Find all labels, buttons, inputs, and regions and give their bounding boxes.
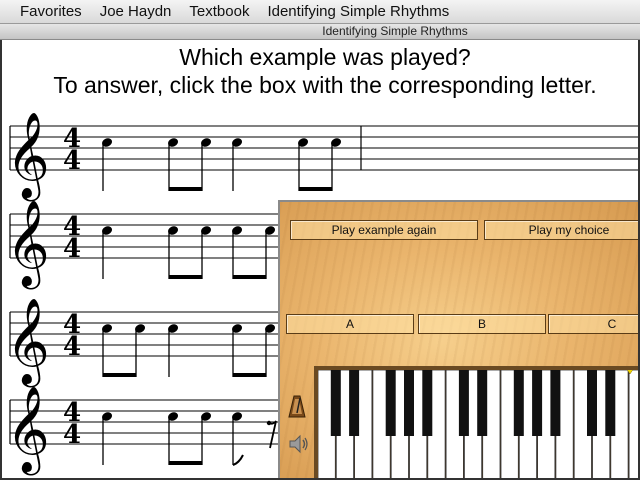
black-key[interactable] xyxy=(385,370,396,436)
black-key[interactable] xyxy=(513,370,524,436)
beam xyxy=(298,187,333,191)
black-key[interactable] xyxy=(532,370,543,436)
beam xyxy=(168,275,203,279)
speaker-icon[interactable] xyxy=(288,434,310,454)
beam xyxy=(232,373,267,377)
treble-clef: 𝄞 xyxy=(6,112,50,202)
black-key[interactable] xyxy=(477,370,488,436)
beam xyxy=(168,187,203,191)
beam xyxy=(232,275,267,279)
answer-c-button[interactable]: C xyxy=(548,314,640,334)
metronome-icon[interactable] xyxy=(288,394,306,418)
time-signature-bottom: 4 xyxy=(63,332,81,362)
eighth-flag xyxy=(232,454,244,466)
treble-clef: 𝄞 xyxy=(6,200,50,290)
piano-keyboard[interactable] xyxy=(318,370,640,480)
treble-clef: 𝄞 xyxy=(6,386,50,476)
black-key[interactable] xyxy=(458,370,469,436)
answer-panel: Play example again Play my choice A B C xyxy=(278,200,640,480)
answer-a-button[interactable]: A xyxy=(286,314,414,334)
black-key[interactable] xyxy=(349,370,360,436)
black-key[interactable] xyxy=(605,370,616,436)
answer-b-button[interactable]: B xyxy=(418,314,546,334)
white-key[interactable] xyxy=(628,370,640,480)
black-key[interactable] xyxy=(550,370,561,436)
time-signature-bottom: 4 xyxy=(63,234,81,264)
play-example-again-button[interactable]: Play example again xyxy=(290,220,478,240)
treble-clef: 𝄞 xyxy=(6,298,50,388)
beam xyxy=(102,373,137,377)
beam xyxy=(168,461,203,465)
black-key[interactable] xyxy=(330,370,341,436)
black-key[interactable] xyxy=(422,370,433,436)
play-my-choice-button[interactable]: Play my choice xyxy=(484,220,640,240)
black-key[interactable] xyxy=(404,370,414,436)
time-signature-bottom: 4 xyxy=(63,420,81,450)
time-signature-bottom: 4 xyxy=(63,146,81,176)
black-key[interactable] xyxy=(587,370,597,436)
eighth-rest-dot xyxy=(266,420,272,426)
